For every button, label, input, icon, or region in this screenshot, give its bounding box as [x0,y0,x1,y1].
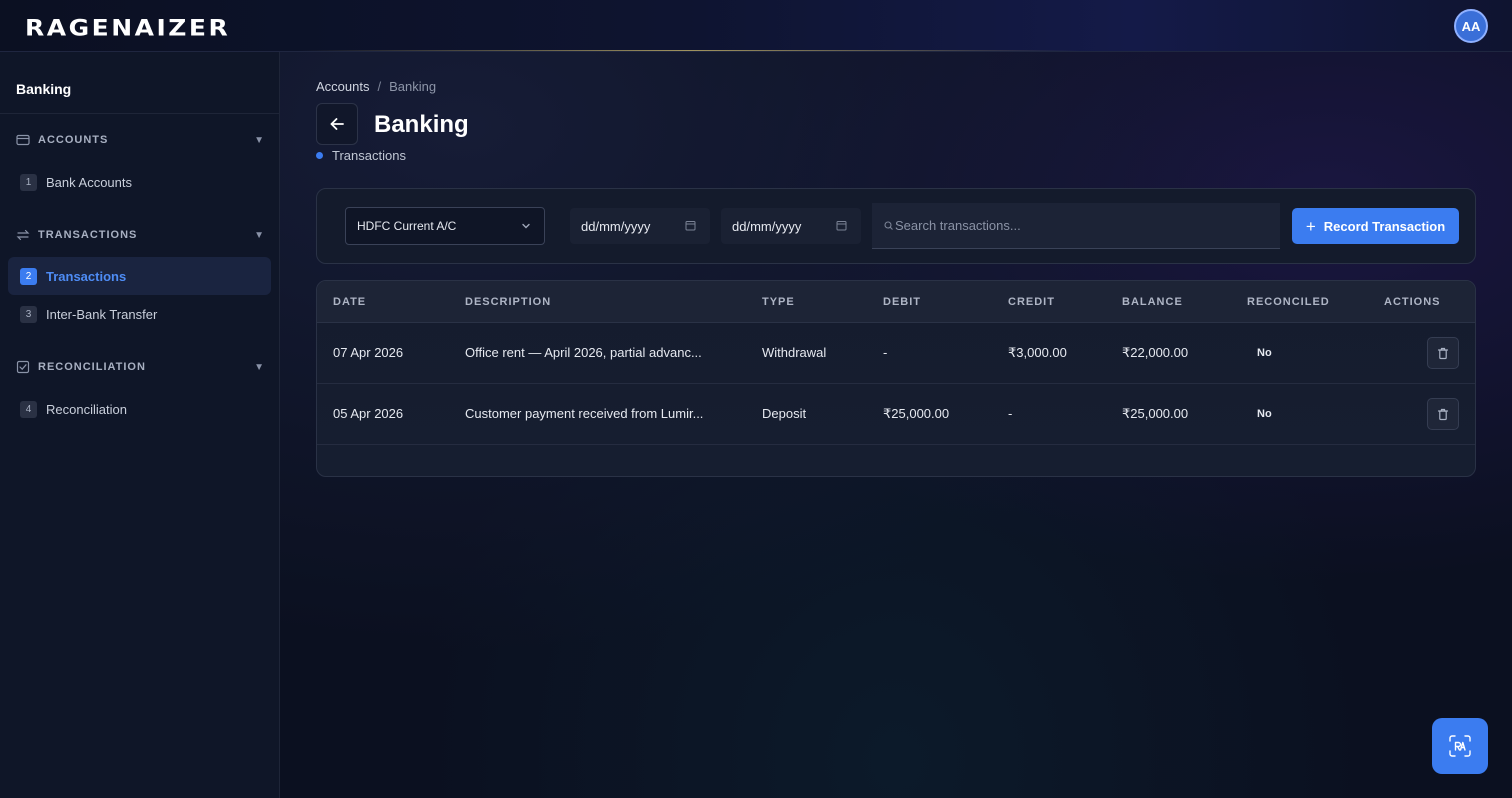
sidebar: Banking ACCOUNTS ▼ 1 Bank Accounts TRANS… [0,52,280,798]
sidebar-item-reconciliation[interactable]: 4 Reconciliation [8,390,271,428]
nav-label: Transactions [46,268,127,284]
sidebar-item-bank-accounts[interactable]: 1 Bank Accounts [8,163,271,201]
record-transaction-button[interactable]: + Record Transaction [1292,208,1459,244]
filter-bar: HDFC Current A/C dd/mm/yyyy dd/mm/yyyy + [316,188,1476,264]
search-field[interactable] [872,203,1280,249]
nav-label: Bank Accounts [46,174,132,190]
account-select-value: HDFC Current A/C [357,219,457,233]
breadcrumb-accounts[interactable]: Accounts [316,79,369,94]
col-type: TYPE [762,296,795,308]
top-bar: RAGENAIZER AA [0,0,1512,52]
trash-icon [1437,408,1449,421]
sidebar-divider [0,113,279,114]
cell-debit: ₹25,000.00 [883,406,950,421]
date-from-value: dd/mm/yyyy [581,218,651,234]
cell-reconciled: No [1257,347,1272,359]
plus-icon: + [1305,216,1316,236]
ai-assistant-button[interactable] [1432,718,1488,774]
cell-type: Deposit [762,406,807,421]
col-description: DESCRIPTION [465,296,552,308]
cell-reconciled: No [1257,408,1272,420]
sidebar-title: Banking [16,81,72,97]
section-transactions[interactable]: TRANSACTIONS ▼ [16,225,264,245]
trash-icon [1437,347,1449,360]
section-label: ACCOUNTS [38,134,109,146]
cell-date: 05 Apr 2026 [333,406,404,421]
delete-button[interactable] [1427,398,1459,430]
section-label: RECONCILIATION [38,361,146,373]
back-button[interactable] [316,103,358,145]
nav-number: 1 [20,173,37,191]
col-actions: ACTIONS [1384,296,1441,308]
date-to-input[interactable]: dd/mm/yyyy [721,208,861,244]
breadcrumb: Accounts / Banking [316,79,436,94]
breadcrumb-banking: Banking [389,79,437,94]
table-row[interactable]: 07 Apr 2026 Office rent — April 2026, pa… [317,323,1475,384]
calendar-icon[interactable] [836,220,847,231]
cell-description: Office rent — April 2026, partial advanc… [465,345,702,360]
nav-number: 2 [20,267,37,285]
col-debit: DEBIT [883,296,921,308]
main-content: Accounts / Banking Banking Transactions … [280,52,1512,798]
col-credit: CREDIT [1008,296,1055,308]
search-input[interactable] [895,218,1255,233]
breadcrumb-separator: / [377,79,382,94]
date-to-value: dd/mm/yyyy [732,218,802,234]
table-row[interactable]: 05 Apr 2026 Customer payment received fr… [317,384,1475,445]
sidebar-item-inter-bank-transfer[interactable]: 3 Inter-Bank Transfer [8,295,271,333]
check-square-icon [16,360,30,374]
delete-button[interactable] [1427,337,1459,369]
table-header: DATE DESCRIPTION TYPE DEBIT CREDIT BALAN… [317,281,1475,323]
cell-description: Customer payment received from Lumir... [465,406,704,421]
caret-down-icon[interactable]: ▼ [254,135,264,146]
page-title: Banking [374,111,469,138]
nav-number: 3 [20,305,37,323]
date-from-input[interactable]: dd/mm/yyyy [570,208,710,244]
cell-debit: - [883,345,888,360]
col-balance: BALANCE [1122,296,1183,308]
caret-down-icon[interactable]: ▼ [254,362,264,373]
credit-card-icon [16,133,30,147]
ai-assistant-icon [1447,733,1473,759]
cell-credit: ₹3,000.00 [1008,345,1067,360]
sidebar-item-transactions[interactable]: 2 Transactions [8,257,271,295]
chevron-down-icon [520,220,532,232]
user-avatar[interactable]: AA [1454,9,1488,43]
nav-number: 4 [20,400,37,418]
cell-type: Withdrawal [762,345,827,360]
section-label: TRANSACTIONS [38,229,138,241]
arrow-left-icon [329,116,345,132]
nav-label: Inter-Bank Transfer [46,306,158,322]
nav-label: Reconciliation [46,401,127,417]
caret-down-icon[interactable]: ▼ [254,230,264,241]
calendar-icon[interactable] [685,220,696,231]
active-dot-icon [316,152,323,159]
transactions-table: DATE DESCRIPTION TYPE DEBIT CREDIT BALAN… [316,280,1476,477]
top-bar-glow [300,50,1080,51]
app-logo[interactable]: RAGENAIZER [25,15,230,41]
record-transaction-label: Record Transaction [1323,218,1446,234]
search-icon [884,221,893,230]
swap-arrows-icon [16,228,30,242]
col-date: DATE [333,296,367,308]
cell-date: 07 Apr 2026 [333,345,404,360]
section-reconciliation[interactable]: RECONCILIATION ▼ [16,357,264,377]
subnav-transactions[interactable]: Transactions [316,148,406,163]
account-select[interactable]: HDFC Current A/C [345,207,545,245]
subnav-label: Transactions [332,148,406,163]
section-accounts[interactable]: ACCOUNTS ▼ [16,130,264,150]
col-reconciled: RECONCILED [1247,296,1330,308]
cell-balance: ₹25,000.00 [1122,406,1189,421]
cell-balance: ₹22,000.00 [1122,345,1189,360]
cell-credit: - [1008,406,1013,421]
